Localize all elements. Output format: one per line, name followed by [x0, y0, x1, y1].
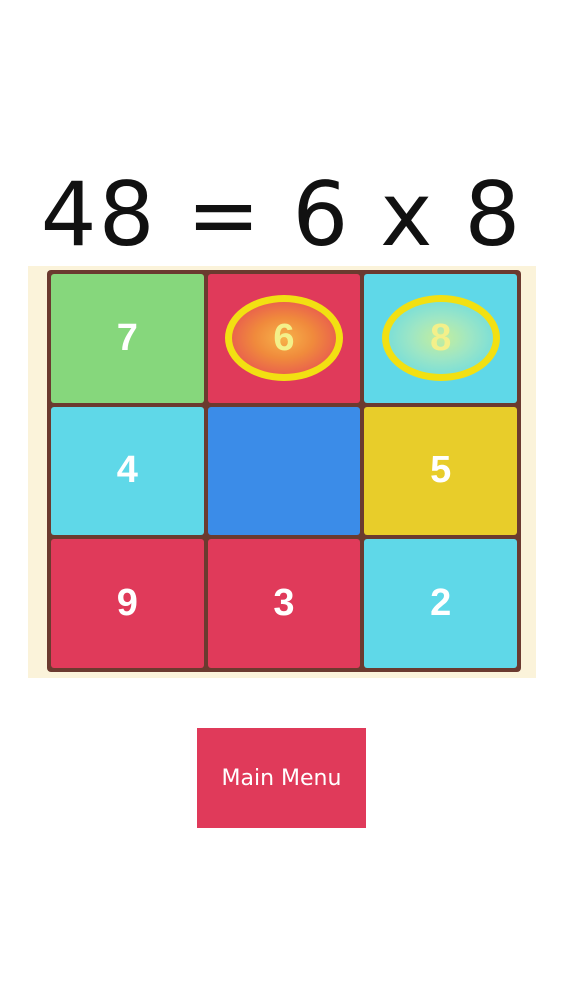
tile-r2-c1[interactable]: 4: [51, 406, 204, 536]
tile-r1-c3[interactable]: 8: [364, 274, 517, 403]
tile-r3-c3[interactable]: 2: [364, 539, 517, 668]
main-menu-button[interactable]: Main Menu: [197, 728, 366, 828]
tile-number: 8: [430, 316, 452, 359]
tile-r2-c2[interactable]: [207, 406, 361, 536]
tile-r1-c2[interactable]: 6: [207, 274, 361, 403]
tile-r2-c3[interactable]: 5: [364, 406, 517, 536]
tile-number: 5: [430, 449, 452, 492]
tile-number: 4: [116, 449, 138, 492]
game-board: 7 6 8 4 5 9 3 2: [47, 270, 521, 672]
tile-r1-c1[interactable]: 7: [51, 274, 204, 403]
tile-number: 3: [273, 582, 295, 625]
tile-number: 7: [116, 316, 138, 359]
tile-number: 9: [116, 582, 138, 625]
tile-r3-c1[interactable]: 9: [51, 539, 204, 668]
tile-number: 6: [273, 316, 295, 359]
tile-r3-c2[interactable]: 3: [207, 539, 361, 668]
tile-number: 2: [430, 582, 452, 625]
equation-text: 48 = 6 x 8: [40, 163, 523, 266]
